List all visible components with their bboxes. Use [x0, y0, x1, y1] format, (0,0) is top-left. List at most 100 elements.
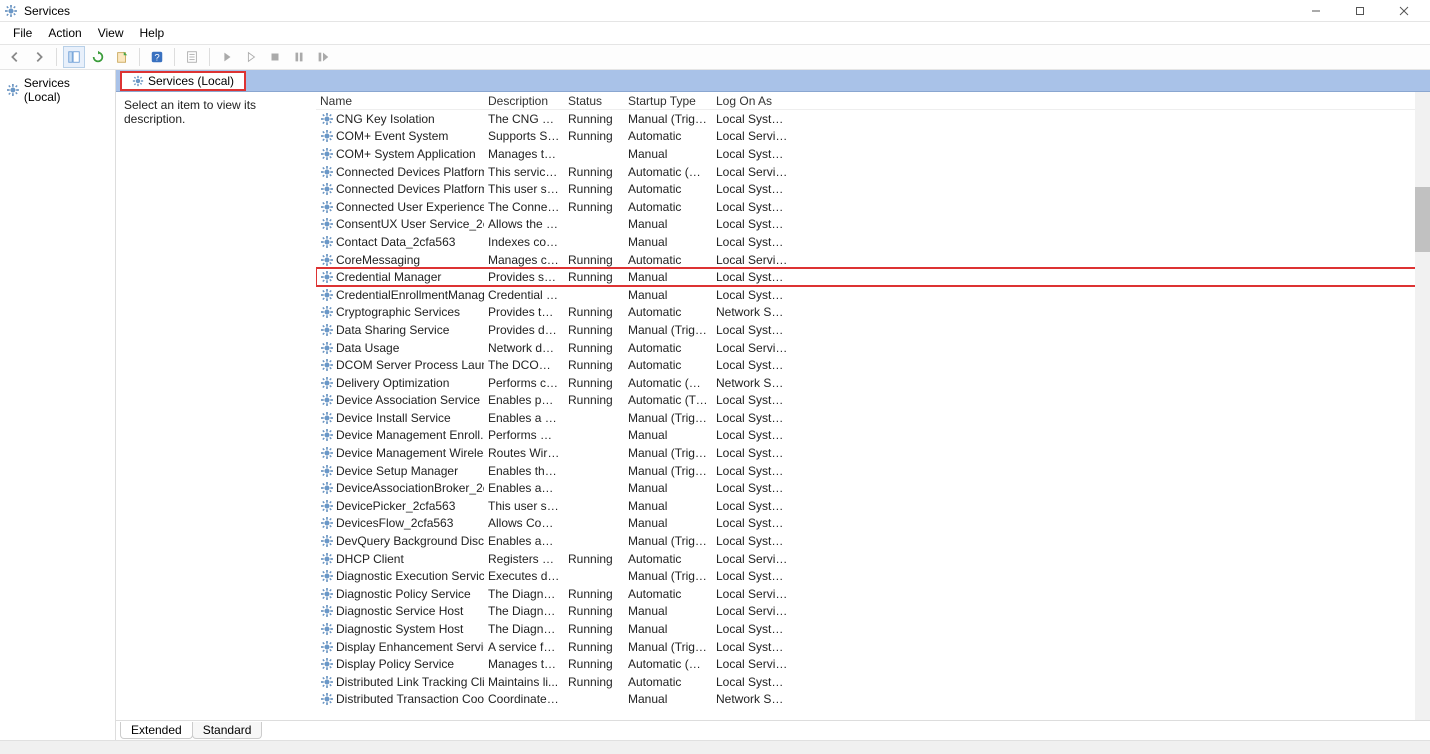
service-row[interactable]: DHCP ClientRegisters an...RunningAutomat…: [316, 550, 1430, 568]
col-status[interactable]: Status: [564, 94, 624, 108]
app-gear-icon: [4, 4, 18, 18]
start2-button[interactable]: [240, 46, 262, 68]
service-row[interactable]: CNG Key IsolationThe CNG ke...RunningMan…: [316, 110, 1430, 128]
service-row[interactable]: Data UsageNetwork dat...RunningAutomatic…: [316, 339, 1430, 357]
service-name: Credential Manager: [336, 270, 441, 284]
tab-label: Services (Local): [148, 74, 234, 88]
service-row[interactable]: Device Association ServiceEnables pairi.…: [316, 392, 1430, 410]
service-status: Running: [564, 200, 624, 214]
service-row[interactable]: Diagnostic Service HostThe Diagnos...Run…: [316, 603, 1430, 621]
service-row[interactable]: DeviceAssociationBroker_2cf...Enables ap…: [316, 479, 1430, 497]
service-row[interactable]: Data Sharing ServiceProvides dat...Runni…: [316, 321, 1430, 339]
service-startup: Manual (Trigg...: [624, 323, 712, 337]
service-name: Device Association Service: [336, 393, 480, 407]
service-description: The Diagnos...: [484, 622, 564, 636]
show-hide-console-tree-button[interactable]: [63, 46, 85, 68]
inner-tabstrip: Services (Local): [116, 70, 1430, 92]
service-description: Manages th...: [484, 147, 564, 161]
service-row[interactable]: ConsentUX User Service_2cf...Allows the …: [316, 216, 1430, 234]
menu-view[interactable]: View: [91, 23, 131, 43]
service-row[interactable]: Device Install ServiceEnables a co...Man…: [316, 409, 1430, 427]
service-row[interactable]: Distributed Transaction Coor...Coordinat…: [316, 691, 1430, 709]
service-description: The Diagnos...: [484, 587, 564, 601]
service-startup: Automatic: [624, 675, 712, 689]
service-row[interactable]: DCOM Server Process Launc...The DCOML...…: [316, 356, 1430, 374]
tab-standard[interactable]: Standard: [192, 722, 263, 739]
gear-icon: [320, 288, 334, 302]
service-description: Credential E...: [484, 288, 564, 302]
export-list-button[interactable]: [111, 46, 133, 68]
col-startup[interactable]: Startup Type: [624, 94, 712, 108]
service-row[interactable]: Display Policy ServiceManages th...Runni…: [316, 655, 1430, 673]
scrollbar-thumb[interactable]: [1415, 187, 1430, 252]
service-row[interactable]: DevQuery Background Disc...Enables app..…: [316, 532, 1430, 550]
service-logon: Local System: [712, 481, 792, 495]
service-row[interactable]: Diagnostic Policy ServiceThe Diagnos...R…: [316, 585, 1430, 603]
services-list[interactable]: Name Description Status Startup Type Log…: [316, 92, 1430, 720]
service-row[interactable]: Contact Data_2cfa563Indexes cont...Manua…: [316, 233, 1430, 251]
service-row[interactable]: CoreMessagingManages co...RunningAutomat…: [316, 251, 1430, 269]
service-status: Running: [564, 323, 624, 337]
service-row[interactable]: Distributed Link Tracking Cli...Maintain…: [316, 673, 1430, 691]
gear-icon: [132, 75, 144, 87]
service-logon: Network Se...: [712, 692, 792, 706]
service-row[interactable]: Device Management Wireles...Routes Wirel…: [316, 444, 1430, 462]
service-row[interactable]: Credential ManagerProvides sec...Running…: [316, 268, 1430, 286]
col-description[interactable]: Description: [484, 94, 564, 108]
properties-button[interactable]: [181, 46, 203, 68]
service-name: CredentialEnrollmentManag...: [336, 288, 484, 302]
service-row[interactable]: Display Enhancement ServiceA service for…: [316, 638, 1430, 656]
service-name: DevicesFlow_2cfa563: [336, 516, 453, 530]
service-row[interactable]: Connected User Experiences ...The Connec…: [316, 198, 1430, 216]
service-row[interactable]: CredentialEnrollmentManag...Credential E…: [316, 286, 1430, 304]
service-startup: Automatic: [624, 182, 712, 196]
service-description: Indexes cont...: [484, 235, 564, 249]
maximize-button[interactable]: [1338, 0, 1382, 22]
forward-button[interactable]: [28, 46, 50, 68]
service-status: Running: [564, 165, 624, 179]
pause-service-button[interactable]: [288, 46, 310, 68]
service-name: Connected Devices Platform ...: [336, 182, 484, 196]
service-logon: Network Se...: [712, 376, 792, 390]
tab-services-local[interactable]: Services (Local): [120, 71, 246, 91]
service-row[interactable]: COM+ System ApplicationManages th...Manu…: [316, 145, 1430, 163]
menu-action[interactable]: Action: [41, 23, 88, 43]
tab-extended[interactable]: Extended: [120, 722, 193, 739]
console-tree[interactable]: Services (Local): [0, 70, 116, 740]
service-status: Running: [564, 270, 624, 284]
service-row[interactable]: Connected Devices Platform ...This user …: [316, 180, 1430, 198]
service-row[interactable]: Connected Devices Platform ...This servi…: [316, 163, 1430, 181]
service-row[interactable]: Device Setup ManagerEnables the ...Manua…: [316, 462, 1430, 480]
service-startup: Manual: [624, 692, 712, 706]
service-row[interactable]: COM+ Event SystemSupports Sy...RunningAu…: [316, 128, 1430, 146]
window-title: Services: [24, 4, 70, 18]
menu-help[interactable]: Help: [133, 23, 172, 43]
minimize-button[interactable]: [1294, 0, 1338, 22]
menu-file[interactable]: File: [6, 23, 39, 43]
col-name[interactable]: Name: [316, 94, 484, 108]
service-row[interactable]: DevicePicker_2cfa563This user ser...Manu…: [316, 497, 1430, 515]
service-row[interactable]: Cryptographic ServicesProvides thr...Run…: [316, 304, 1430, 322]
stop-service-button[interactable]: [264, 46, 286, 68]
gear-icon: [320, 376, 334, 390]
column-headers[interactable]: Name Description Status Startup Type Log…: [316, 92, 1430, 110]
service-row[interactable]: Diagnostic System HostThe Diagnos...Runn…: [316, 620, 1430, 638]
col-logon[interactable]: Log On As: [712, 94, 792, 108]
close-button[interactable]: [1382, 0, 1426, 22]
service-row[interactable]: Delivery OptimizationPerforms co...Runni…: [316, 374, 1430, 392]
service-startup: Manual: [624, 622, 712, 636]
tree-root-services-local[interactable]: Services (Local): [2, 74, 113, 106]
back-button[interactable]: [4, 46, 26, 68]
service-status: Running: [564, 640, 624, 654]
start-service-button[interactable]: [216, 46, 238, 68]
help-button[interactable]: ?: [146, 46, 168, 68]
service-row[interactable]: DevicesFlow_2cfa563Allows Conn...ManualL…: [316, 515, 1430, 533]
service-row[interactable]: Device Management Enroll...Performs De..…: [316, 427, 1430, 445]
gear-icon: [320, 411, 334, 425]
service-startup: Automatic (De...: [624, 165, 712, 179]
service-row[interactable]: Diagnostic Execution ServiceExecutes dia…: [316, 567, 1430, 585]
restart-service-button[interactable]: [312, 46, 334, 68]
scrollbar-vertical[interactable]: [1415, 92, 1430, 720]
service-logon: Local System: [712, 428, 792, 442]
refresh-button[interactable]: [87, 46, 109, 68]
